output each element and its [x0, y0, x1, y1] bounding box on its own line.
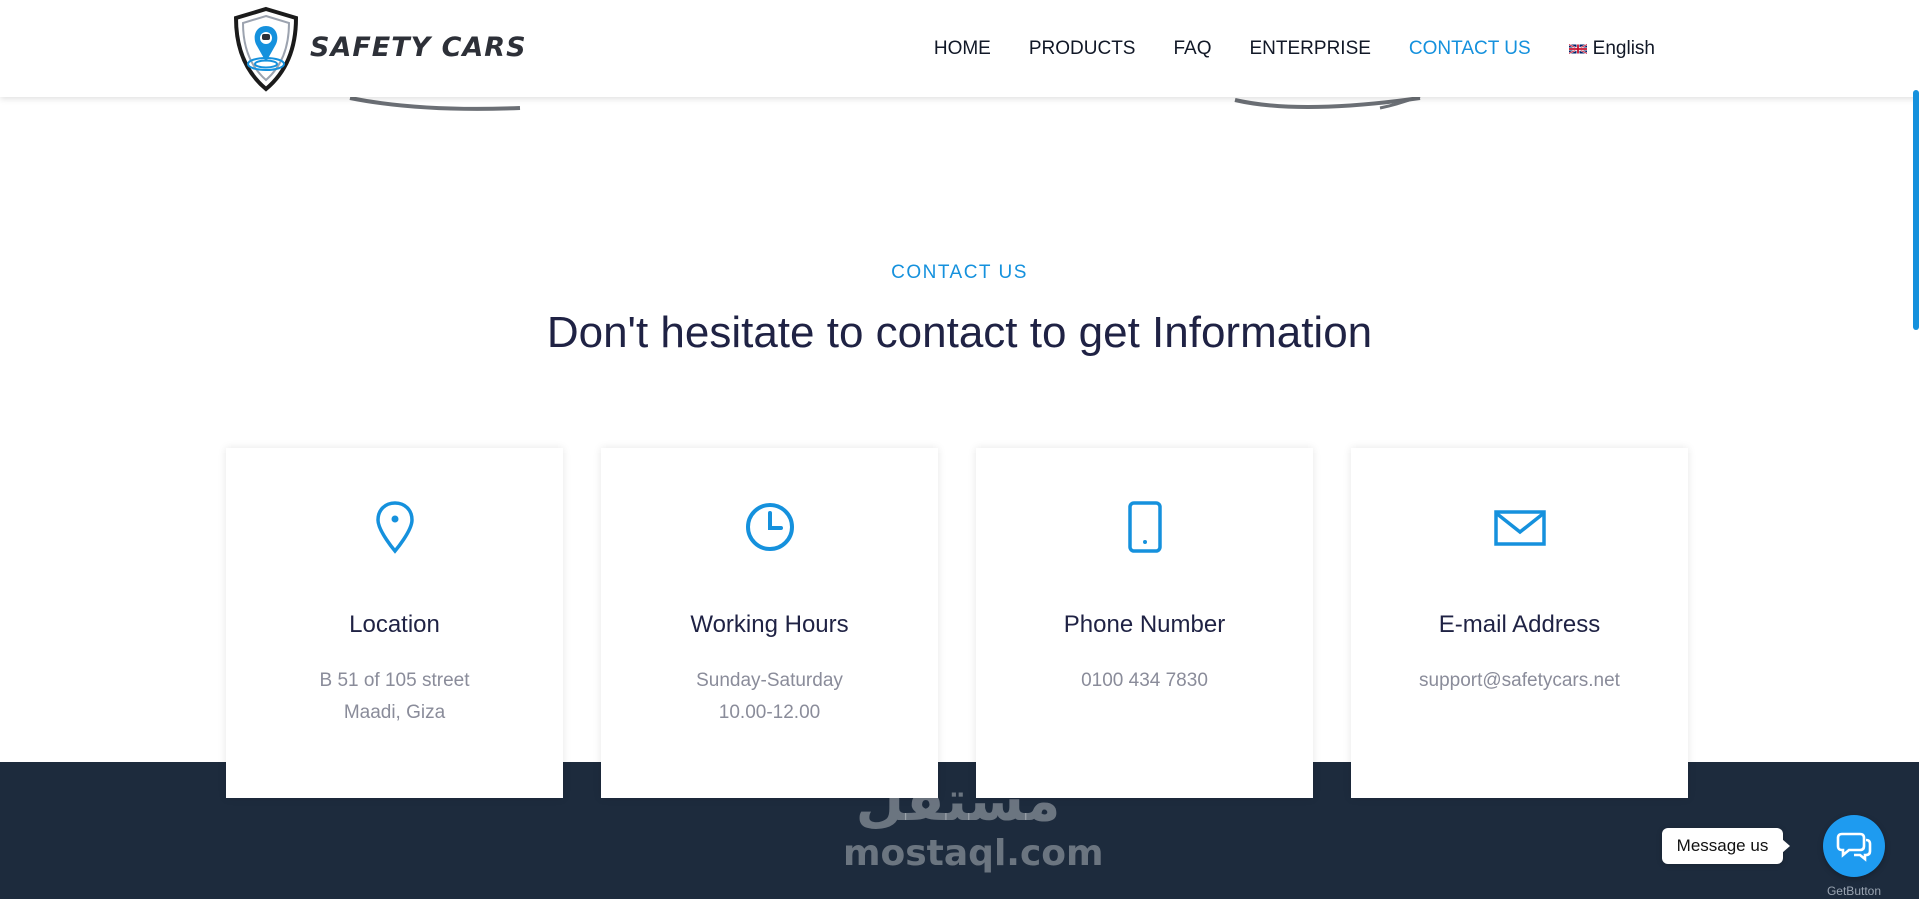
phone-icon — [1127, 501, 1162, 553]
card-title: Location — [349, 611, 440, 638]
scrollbar-thumb[interactable] — [1913, 90, 1919, 330]
card-phone-value[interactable]: 0100 434 7830 — [976, 670, 1313, 692]
card-line: Maadi, Giza — [343, 702, 446, 723]
contact-card-phone: Phone Number 0100 434 7830 — [976, 448, 1313, 798]
message-us-label[interactable]: Message us — [1662, 828, 1790, 864]
nav-products[interactable]: PRODUCTS — [1029, 38, 1136, 60]
card-line: Sunday-Saturday — [696, 670, 843, 691]
location-pin-icon — [375, 501, 414, 554]
chat-button[interactable] — [1823, 815, 1885, 877]
watermark: مستقل mostaql.com — [843, 769, 1104, 874]
card-title: Working Hours — [690, 611, 849, 638]
clock-icon — [745, 503, 794, 551]
contact-card-email: E-mail Address support@safetycars.net — [1351, 448, 1688, 798]
card-line: 10.00-12.00 — [718, 702, 821, 723]
contact-card-working-hours: Working Hours Sunday-Saturday 10.00-12.0… — [601, 448, 938, 798]
card-email-value[interactable]: support@safetycars.net — [1351, 670, 1688, 692]
nav-contact-us[interactable]: CONTACT US — [1409, 38, 1531, 60]
getbutton-brand[interactable]: GetButton — [1818, 884, 1890, 898]
shield-logo-icon — [233, 6, 299, 92]
envelope-icon — [1493, 510, 1546, 546]
nav-enterprise[interactable]: ENTERPRISE — [1250, 38, 1371, 60]
site-logo[interactable]: SAFETY CARS — [230, 6, 530, 92]
card-line: B 51 of 105 street — [319, 670, 470, 691]
logo-text: SAFETY CARS — [310, 32, 527, 63]
chat-bubbles-icon — [1836, 832, 1872, 862]
nav-faq[interactable]: FAQ — [1173, 38, 1211, 60]
card-title: E-mail Address — [1438, 611, 1601, 638]
watermark-arabic: مستقل — [855, 769, 1061, 834]
watermark-latin: mostaql.com — [843, 833, 1104, 874]
uk-flag-icon — [1568, 43, 1587, 55]
card-title: Phone Number — [1063, 611, 1226, 638]
nav-home[interactable]: HOME — [934, 38, 991, 60]
contact-card-location: Location B 51 of 105 street Maadi, Giza — [226, 448, 563, 798]
site-header: SAFETY CARS HOME PRODUCTS FAQ ENTERPRISE… — [0, 0, 1919, 97]
section-eyebrow: CONTACT US — [891, 262, 1028, 283]
main-nav: HOME PRODUCTS FAQ ENTERPRISE CONTACT US … — [934, 38, 1655, 60]
language-selector[interactable]: English — [1568, 38, 1655, 60]
section-title: Don't hesitate to contact to get Informa… — [546, 308, 1373, 357]
language-label: English — [1592, 38, 1655, 59]
